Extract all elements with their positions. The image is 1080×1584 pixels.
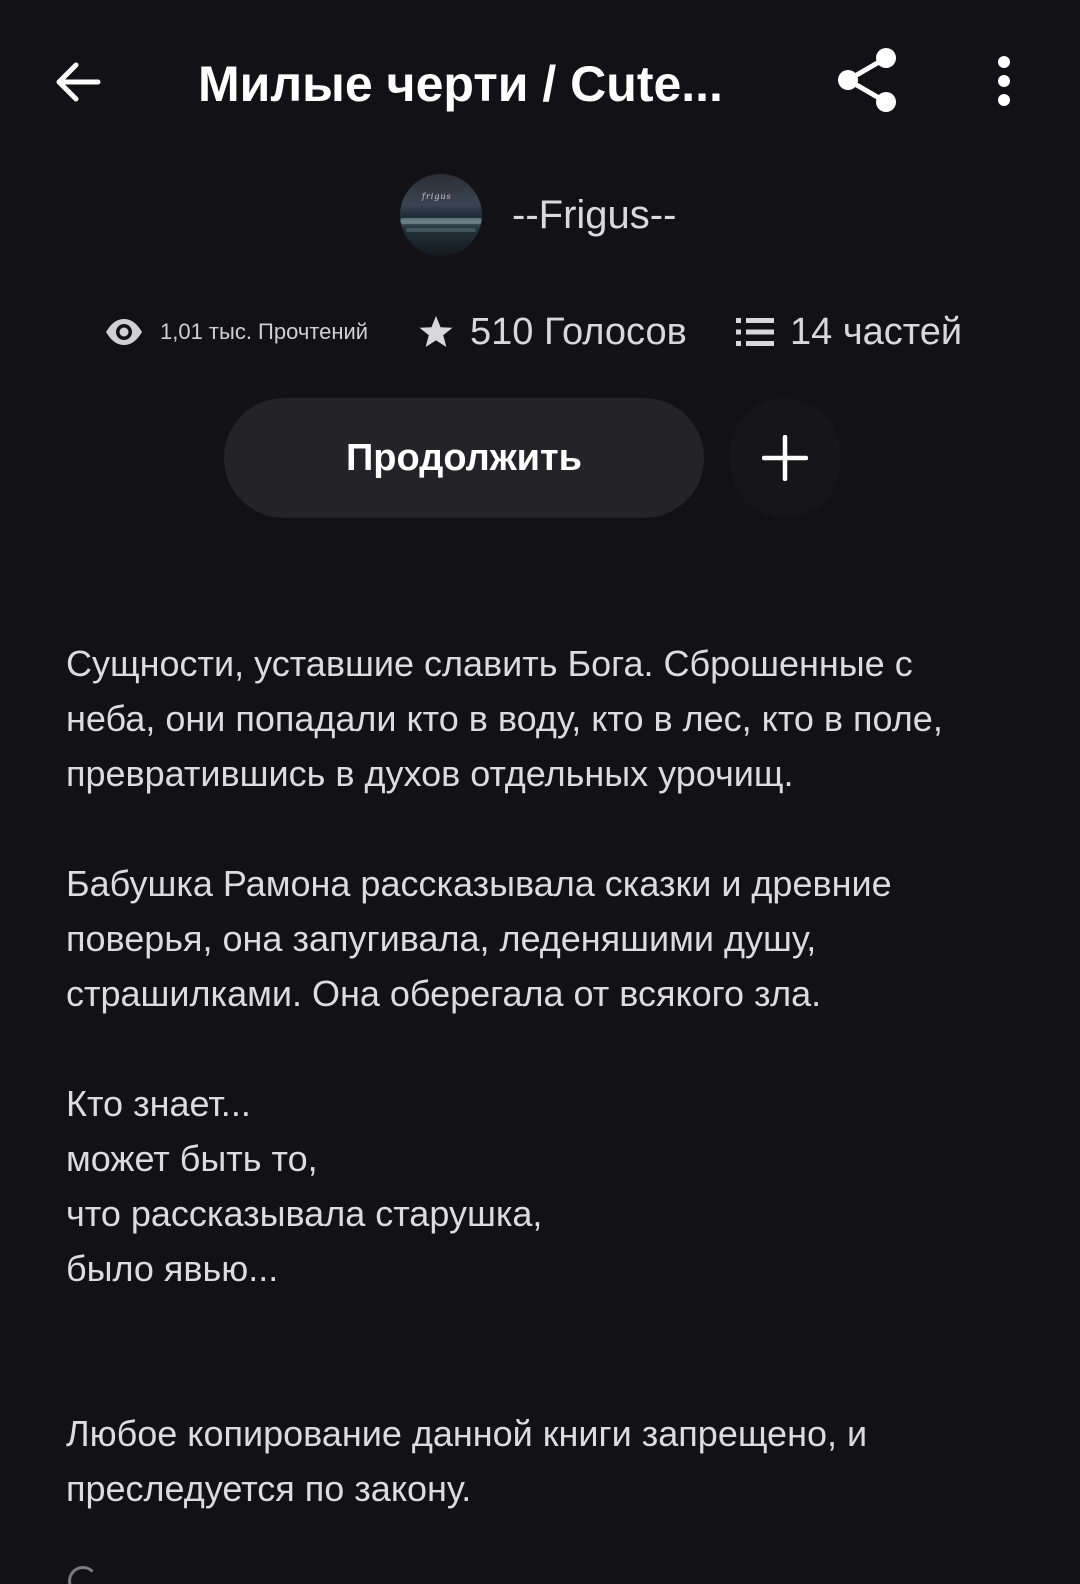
description-line: поверья, она запугивала, леденяшими душу… bbox=[66, 918, 817, 959]
eye-icon bbox=[104, 318, 144, 346]
plus-icon bbox=[762, 435, 808, 481]
votes-stat: 510 Голосов bbox=[418, 302, 687, 362]
description-line: превратившись в духов отдельных урочищ. bbox=[66, 753, 794, 794]
story-details-screen: Милые черти / Cute... frigus --Frigus-- bbox=[0, 0, 1080, 1584]
copyright-icon bbox=[68, 1566, 98, 1584]
top-app-bar: Милые черти / Cute... bbox=[0, 0, 1080, 170]
story-title: Милые черти / Cute... bbox=[198, 56, 723, 112]
description-line: Кто знает... bbox=[66, 1083, 251, 1124]
story-description: Сущности, уставшие славить Бога. Сброшен… bbox=[66, 636, 1026, 1516]
continue-reading-button[interactable]: Продолжить bbox=[224, 398, 704, 518]
back-button[interactable] bbox=[48, 52, 108, 112]
description-line: Бабушка Рамона рассказывала сказки и дре… bbox=[66, 863, 892, 904]
description-line: может быть то, bbox=[66, 1138, 318, 1179]
story-stats: 1,01 тыс. Прочтений 510 Голосов 14 часте… bbox=[0, 302, 1080, 362]
more-options-button[interactable] bbox=[986, 50, 1022, 112]
share-icon bbox=[838, 48, 896, 112]
description-line: страшилками. Она оберегала от всякого зл… bbox=[66, 973, 822, 1014]
avatar-watermark: frigus bbox=[422, 192, 452, 201]
star-icon bbox=[418, 314, 454, 350]
description-paragraph-1: Сущности, уставшие славить Бога. Сброшен… bbox=[66, 636, 1026, 801]
author-link[interactable]: frigus --Frigus-- bbox=[400, 174, 676, 256]
add-to-library-button[interactable] bbox=[730, 398, 840, 518]
parts-stat[interactable]: 14 частей bbox=[736, 302, 962, 362]
description-paragraph-2: Бабушка Рамона рассказывала сказки и дре… bbox=[66, 856, 1026, 1021]
share-button[interactable] bbox=[832, 44, 904, 116]
reads-count: 1,01 тыс. Прочтений bbox=[160, 319, 369, 344]
description-line: что рассказывала старушка, bbox=[66, 1193, 543, 1234]
author-avatar[interactable]: frigus bbox=[400, 174, 482, 256]
arrow-left-icon bbox=[56, 62, 101, 102]
description-line: неба, они попадали кто в воду, кто в лес… bbox=[66, 698, 943, 739]
description-paragraph-4: Любое копирование данной книги запрещено… bbox=[66, 1406, 1026, 1516]
votes-count: 510 Голосов bbox=[470, 310, 687, 353]
author-name[interactable]: --Frigus-- bbox=[512, 174, 676, 256]
reads-stat: 1,01 тыс. Прочтений bbox=[104, 302, 368, 362]
parts-count[interactable]: 14 частей bbox=[790, 311, 962, 354]
list-icon bbox=[736, 316, 774, 348]
more-vertical-icon bbox=[998, 56, 1010, 106]
description-paragraph-3: Кто знает... может быть то, что рассказы… bbox=[66, 1076, 1026, 1296]
description-line: было явью... bbox=[66, 1248, 279, 1289]
description-line: Любое копирование данной книги запрещено… bbox=[66, 1413, 868, 1454]
description-line: преследуется по закону. bbox=[66, 1468, 472, 1509]
description-line: Сущности, уставшие славить Бога. Сброшен… bbox=[66, 643, 913, 684]
